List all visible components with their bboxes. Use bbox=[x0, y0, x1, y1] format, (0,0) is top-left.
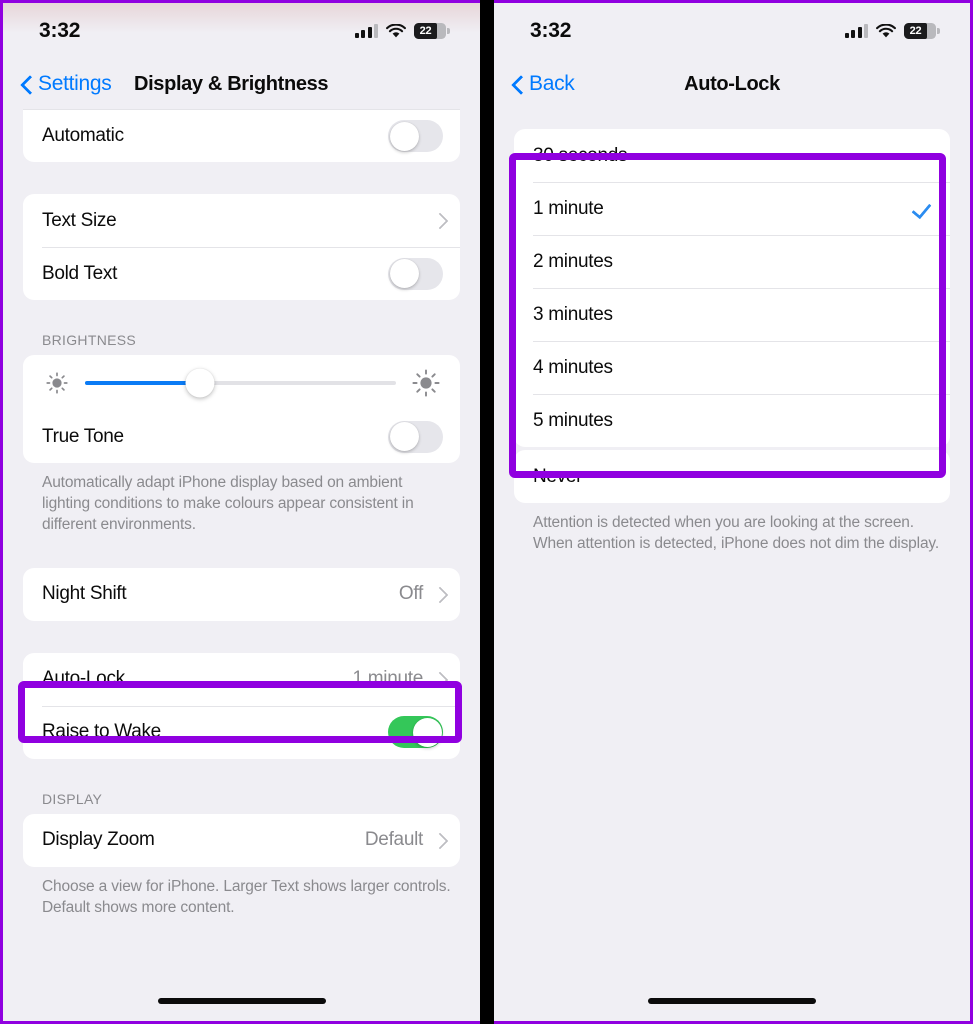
group-auto-lock: Auto-Lock 1 minute Raise to Wake bbox=[23, 652, 460, 759]
home-indicator bbox=[648, 998, 816, 1004]
toggle-raise-to-wake[interactable] bbox=[388, 716, 443, 749]
battery-percent: 22 bbox=[909, 25, 922, 37]
brightness-slider-thumb[interactable] bbox=[185, 368, 215, 397]
row-label: Raise to Wake bbox=[42, 721, 161, 743]
nav-bar-right: Back Auto-Lock bbox=[494, 59, 970, 109]
group-night-shift: Night Shift Off bbox=[23, 567, 460, 621]
row-display-zoom[interactable]: Display Zoom Default bbox=[23, 814, 460, 867]
chevron-right-icon bbox=[434, 832, 443, 848]
option-3-minutes[interactable]: 3 minutes bbox=[514, 288, 950, 341]
sun-large-icon bbox=[410, 367, 442, 399]
group-never: Never bbox=[514, 450, 950, 503]
status-bar-right: 3:32 22 bbox=[494, 3, 970, 59]
battery-icon: 22 bbox=[414, 23, 450, 39]
row-label: Bold Text bbox=[42, 262, 118, 284]
option-2-minutes[interactable]: 2 minutes bbox=[514, 235, 950, 288]
group-text: Text Size Bold Text bbox=[23, 194, 460, 300]
option-label: Never bbox=[533, 465, 583, 487]
section-header-brightness: BRIGHTNESS bbox=[42, 332, 137, 348]
back-button[interactable]: Back bbox=[512, 72, 575, 96]
cellular-signal-icon bbox=[844, 24, 868, 38]
brightness-slider[interactable] bbox=[85, 368, 396, 397]
row-label: Display Zoom bbox=[42, 829, 155, 851]
option-label: 1 minute bbox=[533, 197, 604, 219]
nav-bar-left: Settings Display & Brightness bbox=[3, 59, 480, 109]
option-label: 5 minutes bbox=[533, 409, 613, 431]
battery-icon: 22 bbox=[904, 23, 940, 39]
auto-lock-list: 30 seconds 1 minute 2 minutes 3 minutes bbox=[494, 109, 970, 554]
status-icons: 22 bbox=[844, 23, 940, 39]
option-label: 3 minutes bbox=[533, 303, 613, 325]
group-auto-lock-options: 30 seconds 1 minute 2 minutes 3 minutes bbox=[514, 129, 950, 447]
chevron-left-icon bbox=[512, 74, 524, 95]
option-label: 2 minutes bbox=[533, 250, 613, 272]
row-label: Automatic bbox=[42, 125, 124, 146]
option-1-minute[interactable]: 1 minute bbox=[514, 182, 950, 235]
wifi-icon bbox=[876, 23, 896, 39]
sun-small-icon bbox=[43, 369, 71, 397]
cellular-signal-icon bbox=[354, 24, 378, 38]
status-icons: 22 bbox=[354, 23, 450, 39]
section-footer-auto-lock: Attention is detected when you are looki… bbox=[533, 514, 940, 553]
phone-panel-display-brightness: 3:32 22 Settings Display & Brightness Au… bbox=[0, 0, 480, 1024]
section-header-display: DISPLAY bbox=[42, 790, 103, 807]
row-text-size[interactable]: Text Size bbox=[23, 194, 460, 247]
toggle-true-tone[interactable] bbox=[388, 420, 443, 453]
back-button-label: Settings bbox=[38, 72, 112, 95]
group-display: Display Zoom Default bbox=[23, 813, 460, 867]
row-label: Text Size bbox=[42, 209, 117, 231]
row-value: Off bbox=[398, 583, 423, 605]
row-value: 1 minute bbox=[352, 668, 424, 690]
status-time: 3:32 bbox=[39, 19, 81, 42]
row-true-tone[interactable]: True Tone bbox=[23, 410, 460, 463]
option-30-seconds[interactable]: 30 seconds bbox=[514, 129, 950, 182]
group-brightness: True Tone bbox=[23, 355, 460, 463]
chevron-right-icon bbox=[434, 586, 443, 602]
row-automatic[interactable]: Automatic bbox=[23, 109, 460, 162]
row-raise-to-wake[interactable]: Raise to Wake bbox=[23, 705, 460, 759]
back-button-settings[interactable]: Settings bbox=[21, 72, 112, 96]
toggle-bold-text[interactable] bbox=[388, 257, 443, 290]
status-time: 3:32 bbox=[530, 19, 572, 42]
row-auto-lock[interactable]: Auto-Lock 1 minute bbox=[23, 653, 460, 706]
row-value: Default bbox=[364, 829, 423, 851]
screenshot-root: 3:32 22 Settings Display & Brightness Au… bbox=[0, 0, 973, 1024]
group-appearance: Automatic bbox=[23, 109, 460, 162]
home-indicator bbox=[157, 998, 326, 1004]
status-bar-left: 3:32 22 bbox=[3, 3, 480, 59]
settings-list-left: Automatic Text Size Bold Text BRIGHTNESS… bbox=[3, 109, 480, 918]
section-footer-brightness: Automatically adapt iPhone display based… bbox=[42, 474, 414, 534]
row-label: Auto-Lock bbox=[42, 668, 125, 690]
option-5-minutes[interactable]: 5 minutes bbox=[514, 394, 950, 447]
option-never[interactable]: Never bbox=[514, 450, 950, 503]
row-label: Night Shift bbox=[42, 583, 127, 605]
row-bold-text[interactable]: Bold Text bbox=[23, 247, 460, 300]
wifi-icon bbox=[386, 23, 406, 39]
page-title: Display & Brightness bbox=[134, 72, 329, 95]
toggle-automatic[interactable] bbox=[388, 120, 443, 152]
chevron-right-icon bbox=[434, 671, 443, 687]
panel-divider bbox=[480, 0, 494, 1024]
chevron-left-icon bbox=[21, 74, 33, 95]
row-brightness-slider bbox=[23, 355, 460, 410]
chevron-right-icon bbox=[434, 213, 443, 229]
section-footer-display: Choose a view for iPhone. Larger Text sh… bbox=[42, 877, 451, 916]
phone-panel-auto-lock: 3:32 22 Back Auto-Lock 30 seconds 1 minu… bbox=[494, 0, 973, 1024]
row-label: True Tone bbox=[42, 425, 124, 447]
row-night-shift[interactable]: Night Shift Off bbox=[23, 568, 460, 621]
option-4-minutes[interactable]: 4 minutes bbox=[514, 341, 950, 394]
back-button-label: Back bbox=[529, 72, 575, 95]
checkmark-icon bbox=[913, 199, 933, 219]
battery-percent: 22 bbox=[419, 25, 432, 37]
option-label: 4 minutes bbox=[533, 356, 613, 378]
option-label: 30 seconds bbox=[533, 144, 628, 166]
